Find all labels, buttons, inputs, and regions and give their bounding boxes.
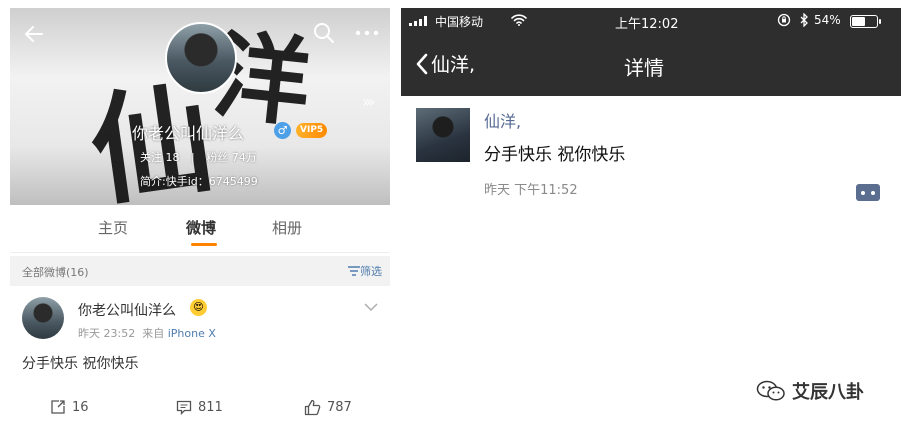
post-author-avatar[interactable] — [22, 297, 64, 339]
double-chevron-icon[interactable]: ››› — [362, 92, 375, 111]
battery-level — [852, 17, 865, 26]
following-label[interactable]: 关注 — [140, 151, 162, 164]
comment-icon — [176, 400, 192, 415]
filter-label: 筛选 — [360, 265, 382, 278]
more-dots-icon[interactable] — [354, 21, 380, 45]
tab-weibo[interactable]: 微博 — [186, 217, 216, 238]
back-button[interactable]: 仙洋, — [415, 50, 475, 77]
repost-icon — [51, 400, 65, 414]
post-time: 昨天 23:52 — [78, 327, 136, 340]
battery-icon — [850, 15, 881, 28]
following-count[interactable]: 18 — [166, 151, 180, 164]
carrier-name: 中国移动 — [435, 15, 484, 29]
bluetooth-icon — [800, 13, 808, 27]
message-text: 分手快乐 祝你快乐 — [484, 145, 626, 165]
like-count: 787 — [327, 400, 352, 415]
sender-avatar[interactable] — [416, 108, 470, 162]
more-options-icon[interactable] — [856, 184, 880, 201]
tab-album[interactable]: 相册 — [272, 217, 302, 238]
like-button[interactable]: 787 — [304, 399, 352, 416]
male-gender-icon: ♂ — [274, 122, 291, 139]
repost-button[interactable]: 16 — [50, 399, 89, 415]
message-item: 仙洋, 分手快乐 祝你快乐 昨天 下午11:52 — [401, 96, 901, 206]
chevron-down-icon[interactable] — [364, 303, 378, 311]
message-time: 昨天 下午11:52 — [484, 183, 578, 198]
status-time: 上午12:02 — [615, 17, 679, 32]
thumbs-up-icon — [304, 399, 321, 416]
message-detail-panel: 中国移动 上午12:02 54% 仙洋, 详情 仙洋, 分手快乐 祝你快乐 昨天… — [401, 8, 901, 426]
back-arrow-icon[interactable] — [22, 22, 46, 46]
post-meta: 昨天 23:52 来自 iPhone X — [78, 325, 216, 341]
watermark: 艾辰八卦 — [756, 378, 864, 404]
all-posts-count: 全部微博(16) — [22, 266, 89, 279]
wifi-icon — [511, 14, 527, 26]
rotation-lock-icon — [777, 13, 791, 27]
filter-icon — [348, 266, 360, 276]
followers-count[interactable]: 74万 — [232, 151, 257, 164]
post-source[interactable]: iPhone X — [168, 327, 216, 340]
back-label: 仙洋, — [431, 54, 476, 76]
watermark-text: 艾辰八卦 — [792, 382, 864, 403]
comment-button[interactable]: 811 — [176, 399, 223, 415]
divider: | — [191, 151, 195, 164]
comment-count: 811 — [198, 399, 223, 415]
filter-button[interactable]: 筛选 — [348, 263, 382, 279]
weibo-profile-panel: 仙 洋 ››› 你老公叫仙洋么 ♂ VIP5 关注 18 | 粉丝 74万 简介… — [10, 8, 390, 426]
chevron-left-icon — [416, 53, 428, 74]
weibo-post[interactable]: 你老公叫仙洋么 😍 昨天 23:52 来自 iPhone X 分手快乐 祝你快乐… — [10, 287, 390, 426]
post-source-prefix: 来自 — [142, 327, 165, 340]
profile-banner: 仙 洋 ››› 你老公叫仙洋么 ♂ VIP5 关注 18 | 粉丝 74万 简介… — [10, 8, 390, 205]
battery-percentage: 54% — [814, 13, 841, 27]
vip-emoji-icon: 😍 — [190, 299, 207, 316]
followers-label[interactable]: 粉丝 — [206, 151, 228, 164]
profile-name: 你老公叫仙洋么 — [132, 124, 245, 143]
active-tab-indicator — [191, 243, 217, 246]
vip-badge[interactable]: VIP5 — [296, 123, 328, 138]
post-author-name[interactable]: 你老公叫仙洋么 — [78, 300, 176, 320]
sender-name[interactable]: 仙洋, — [484, 108, 521, 132]
wechat-logo-icon — [756, 380, 785, 401]
status-bar: 中国移动 上午12:02 54% — [401, 8, 901, 34]
post-text: 分手快乐 祝你快乐 — [22, 356, 139, 372]
signal-strength-icon — [409, 16, 427, 26]
repost-count: 16 — [72, 399, 89, 415]
profile-stats: 关注 18 | 粉丝 74万 — [140, 149, 257, 165]
filter-bar: 全部微博(16) 筛选 — [10, 256, 390, 286]
post-actions: 16 811 787 — [10, 391, 390, 423]
profile-bio: 简介:快手id：6745499 — [140, 175, 258, 188]
nav-bar: 仙洋, 详情 — [401, 34, 901, 96]
search-icon[interactable] — [312, 21, 336, 45]
tab-home[interactable]: 主页 — [98, 217, 128, 238]
profile-avatar[interactable] — [165, 22, 237, 94]
page-title: 详情 — [624, 56, 664, 80]
profile-tabs: 主页 微博 相册 — [10, 205, 390, 253]
